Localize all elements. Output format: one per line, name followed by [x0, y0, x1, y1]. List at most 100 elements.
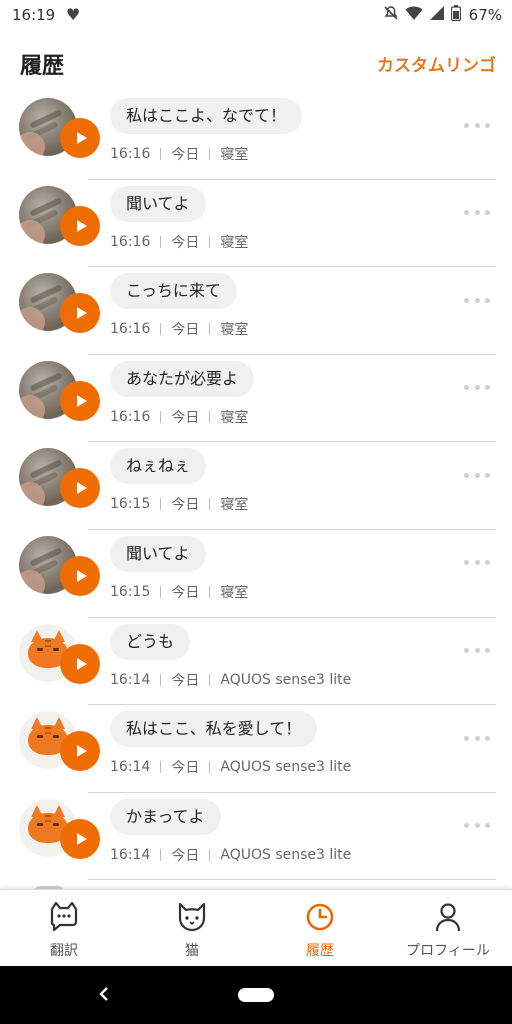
- system-nav-bar: [0, 966, 512, 1024]
- dot: [485, 648, 490, 654]
- nav-item-cat[interactable]: 猫: [128, 890, 256, 966]
- play-icon: [76, 132, 87, 144]
- avatar-group: [19, 798, 101, 859]
- dot: [485, 823, 490, 829]
- home-button[interactable]: [238, 988, 274, 1002]
- photo-detail: [19, 394, 45, 419]
- item-day: 今日: [171, 584, 200, 601]
- dot: [464, 297, 469, 303]
- item-place: 寝室: [220, 147, 249, 163]
- item-day: 今日: [171, 760, 200, 777]
- play-button[interactable]: [60, 643, 100, 684]
- history-item[interactable]: 聞いてよ 16:16 今日 寝室: [0, 180, 512, 268]
- more-options-icon[interactable]: [464, 295, 490, 305]
- dot: [474, 823, 480, 829]
- more-options-icon[interactable]: [464, 383, 490, 393]
- play-button[interactable]: [60, 380, 100, 421]
- cat-eye: [53, 822, 59, 826]
- separator: [209, 585, 211, 598]
- more-options-icon[interactable]: [464, 646, 490, 656]
- more-options-icon[interactable]: [464, 208, 490, 218]
- item-place: AQUOS sense3 lite: [220, 846, 352, 863]
- more-options-icon[interactable]: [464, 733, 490, 743]
- play-button[interactable]: [60, 818, 100, 859]
- play-button[interactable]: [60, 205, 100, 246]
- cat-eye: [53, 647, 59, 651]
- photo-detail: [19, 307, 45, 332]
- more-options-icon[interactable]: [464, 120, 490, 130]
- item-place: 寝室: [220, 322, 249, 339]
- bottom-nav: 翻訳 猫 履歴 プロフィール: [0, 889, 512, 966]
- item-time: 16:14: [110, 846, 151, 863]
- item-meta: 16:14 今日 AQUOS sense3 lite: [110, 845, 351, 865]
- history-item[interactable]: 聞いてよ 16:15 今日 寝室: [0, 530, 512, 618]
- dot: [464, 385, 469, 391]
- dot: [485, 560, 490, 566]
- item-meta: 16:16 今日 寝室: [110, 144, 248, 164]
- back-icon[interactable]: [98, 984, 110, 1009]
- header: 履歴 カスタムリンゴ: [0, 32, 512, 92]
- play-button[interactable]: [60, 468, 100, 509]
- dot: [485, 385, 490, 391]
- person-icon: [431, 900, 465, 934]
- dot: [485, 735, 490, 741]
- history-item[interactable]: 私はここよ、なでて！ 16:16 今日 寝室: [0, 92, 512, 180]
- more-options-icon[interactable]: [464, 470, 490, 480]
- play-icon: [76, 219, 87, 232]
- item-day: 今日: [171, 234, 200, 251]
- photo-detail: [19, 569, 45, 594]
- item-place: 寝室: [220, 234, 249, 251]
- separator: [160, 761, 162, 774]
- item-meta: 16:16 今日 寝室: [110, 407, 248, 427]
- dot: [474, 385, 480, 391]
- history-item[interactable]: かまってよ 16:14 今日 AQUOS sense3 lite: [0, 793, 512, 881]
- dot: [474, 210, 480, 216]
- dot: [464, 560, 469, 566]
- play-icon: [76, 832, 87, 845]
- dot: [464, 823, 469, 829]
- divider: [88, 879, 496, 881]
- history-item[interactable]: 私はここ、私を愛して！ 16:14 今日 AQUOS sense3 lite: [0, 705, 512, 793]
- photo-detail: [19, 132, 45, 156]
- play-button[interactable]: [60, 118, 100, 158]
- nav-item-translate[interactable]: 翻訳: [0, 890, 128, 966]
- more-options-icon[interactable]: [464, 821, 490, 831]
- play-button[interactable]: [60, 293, 100, 334]
- play-button[interactable]: [60, 731, 100, 772]
- cat-eye: [37, 822, 43, 826]
- status-time: 16:19: [12, 6, 56, 24]
- separator: [160, 673, 162, 686]
- dot: [485, 297, 490, 303]
- play-icon: [76, 745, 87, 758]
- nav-label: プロフィール: [406, 943, 490, 959]
- history-item[interactable]: ねぇねぇ 16:15 今日 寝室: [0, 442, 512, 530]
- history-item[interactable]: あなたが必要よ 16:16 今日 寝室: [0, 355, 512, 443]
- item-place: 寝室: [220, 584, 249, 601]
- item-time: 16:15: [110, 496, 151, 513]
- page-title: 履歴: [20, 54, 65, 79]
- custom-ringo-button[interactable]: カスタムリンゴ: [377, 51, 496, 76]
- dot: [474, 472, 480, 478]
- separator: [160, 410, 162, 423]
- item-time: 16:14: [110, 759, 151, 776]
- play-button[interactable]: [60, 555, 100, 596]
- nav-item-profile[interactable]: プロフィール: [384, 890, 512, 966]
- message-bubble: ねぇねぇ: [110, 448, 207, 485]
- separator: [209, 673, 211, 686]
- play-icon: [76, 394, 87, 407]
- nav-item-history[interactable]: 履歴: [256, 890, 384, 966]
- more-options-icon[interactable]: [464, 558, 490, 568]
- dot: [474, 560, 480, 566]
- avatar-group: [19, 623, 101, 684]
- history-item[interactable]: どうも 16:14 今日 AQUOS sense3 lite: [0, 618, 512, 706]
- message-bubble: 聞いてよ: [110, 185, 206, 222]
- cat-stripe: [45, 639, 51, 647]
- play-icon: [76, 569, 87, 582]
- play-icon: [76, 307, 87, 320]
- battery-icon: [450, 5, 461, 25]
- status-bar: 16:19 ♥ 67%: [0, 0, 512, 32]
- history-item[interactable]: こっちに来て 16:16 今日 寝室: [0, 267, 512, 355]
- separator: [160, 848, 162, 861]
- cat-eye: [53, 735, 59, 739]
- dot: [485, 472, 490, 478]
